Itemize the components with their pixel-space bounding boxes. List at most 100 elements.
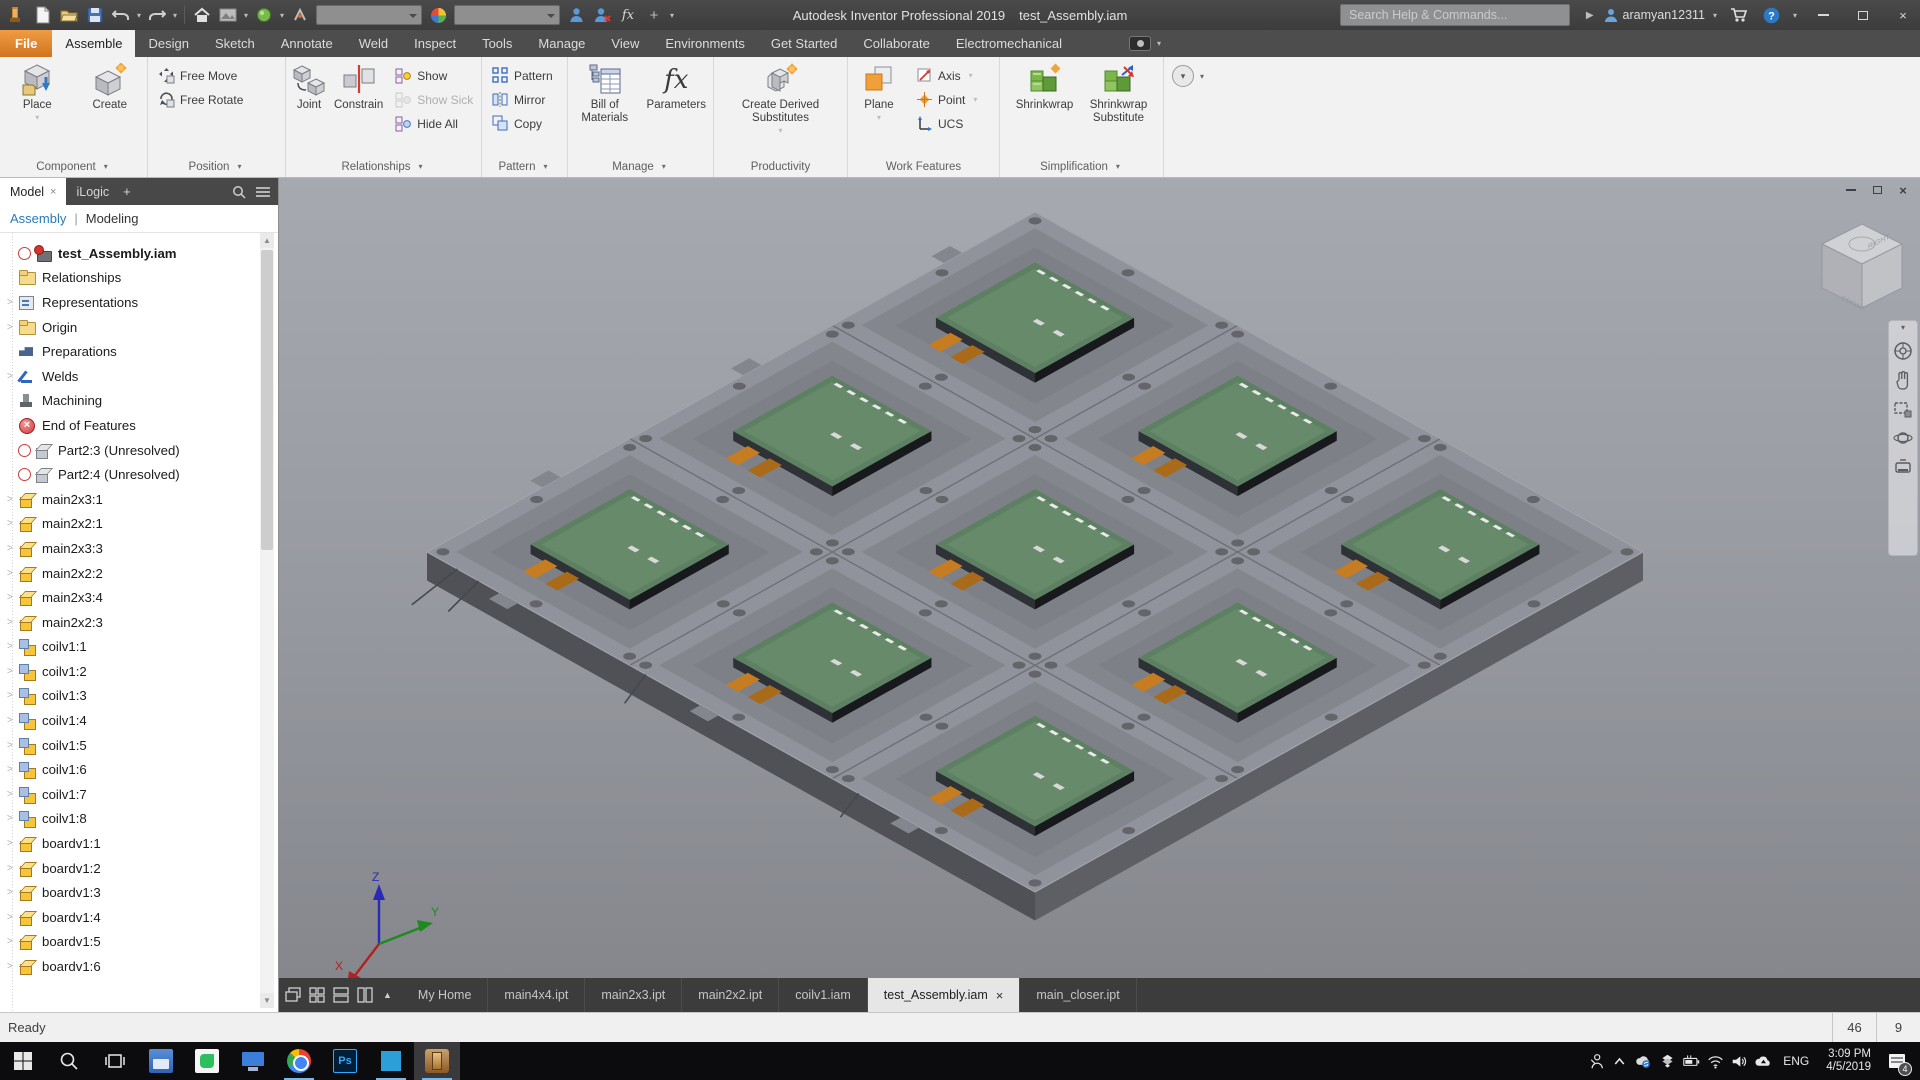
- view-cube[interactable]: FRONT RIGHT: [1822, 224, 1902, 314]
- tree-item[interactable]: coilv1:7: [0, 782, 278, 807]
- tree-item[interactable]: coilv1:8: [0, 807, 278, 832]
- calendar-app-button[interactable]: [138, 1042, 184, 1080]
- undo-button[interactable]: [108, 3, 134, 27]
- undo-caret-icon[interactable]: ▾: [134, 11, 144, 20]
- material-button[interactable]: [251, 3, 277, 27]
- create-derived-substitutes-button[interactable]: Create Derived Substitutes ▾: [727, 61, 835, 135]
- customize-add-button[interactable]: +: [641, 3, 667, 27]
- expand-chevron-icon[interactable]: [7, 887, 18, 898]
- cascade-windows-icon[interactable]: [285, 987, 301, 1003]
- task-view-button[interactable]: [92, 1042, 138, 1080]
- ribbon-tab[interactable]: Electromechanical: [943, 30, 1075, 57]
- my-computer-button[interactable]: [230, 1042, 276, 1080]
- panel-label-manage[interactable]: Manage▾: [568, 156, 713, 177]
- action-center-button[interactable]: 4: [1884, 1048, 1910, 1074]
- expand-chevron-icon[interactable]: [7, 936, 18, 947]
- document-tab-close-icon[interactable]: ×: [996, 988, 1004, 1003]
- tree-item[interactable]: test_Assembly.iam: [0, 241, 278, 266]
- navigation-wheel-icon[interactable]: [1893, 341, 1913, 361]
- tree-item[interactable]: Machining: [0, 389, 278, 414]
- panel-label-work-features[interactable]: Work Features: [848, 156, 999, 177]
- evernote-button[interactable]: [184, 1042, 230, 1080]
- tree-item[interactable]: boardv1:5: [0, 930, 278, 955]
- doc-close-icon[interactable]: ×: [1896, 183, 1910, 197]
- search-expand-arrow-icon[interactable]: ▶: [1586, 10, 1594, 21]
- expand-chevron-icon[interactable]: [7, 715, 18, 726]
- panel-label-position[interactable]: Position▾: [148, 156, 285, 177]
- redo-button[interactable]: [144, 3, 170, 27]
- point-button[interactable]: Point ▾: [912, 89, 984, 110]
- document-tab[interactable]: test_Assembly.iam ×: [868, 978, 1021, 1012]
- plane-button[interactable]: Plane ▾: [854, 61, 904, 122]
- free-move-button[interactable]: Free Move: [154, 65, 247, 86]
- appearance-select[interactable]: [454, 5, 560, 25]
- pan-icon[interactable]: [1893, 370, 1913, 390]
- tile-grid-icon[interactable]: [309, 987, 325, 1003]
- browser-search-icon[interactable]: [232, 185, 246, 199]
- taskbar-search-button[interactable]: [46, 1042, 92, 1080]
- ribbon-tab[interactable]: Collaborate: [850, 30, 943, 57]
- assembly-3d-view[interactable]: FRONT RIGHT Z Y X: [279, 178, 1920, 978]
- tree-item[interactable]: coilv1:1: [0, 635, 278, 660]
- ribbon-tab[interactable]: Inspect: [401, 30, 469, 57]
- expand-chevron-icon[interactable]: [7, 494, 18, 505]
- tree-item[interactable]: Part2:4 (Unresolved): [0, 462, 278, 487]
- camera-caret-icon[interactable]: ▾: [1154, 39, 1164, 48]
- shrinkwrap-substitute-button[interactable]: Shrinkwrap Substitute: [1086, 61, 1152, 125]
- document-tab[interactable]: main2x3.ipt: [585, 978, 682, 1012]
- graphics-viewport[interactable]: FRONT RIGHT Z Y X: [279, 178, 1920, 978]
- volume-icon[interactable]: [1731, 1053, 1748, 1070]
- axis-button[interactable]: Axis ▾: [912, 65, 984, 86]
- collapse-tabs-icon[interactable]: ▲: [383, 990, 392, 1000]
- expand-chevron-icon[interactable]: [7, 666, 18, 677]
- appearance-wheel-icon[interactable]: [425, 3, 451, 27]
- tree-item[interactable]: End of Features: [0, 413, 278, 438]
- navigation-bar[interactable]: ▾: [1888, 320, 1918, 556]
- language-indicator[interactable]: ENG: [1779, 1054, 1813, 1068]
- save-button[interactable]: [82, 3, 108, 27]
- ribbon-tab[interactable]: Environments: [652, 30, 757, 57]
- tree-item[interactable]: main2x2:3: [0, 610, 278, 635]
- browser-tab-ilogic[interactable]: iLogic: [66, 178, 119, 205]
- orbit-icon[interactable]: [1893, 428, 1913, 448]
- tile-vertical-icon[interactable]: [357, 987, 373, 1003]
- vscode-button[interactable]: [368, 1042, 414, 1080]
- ribbon-tab[interactable]: Design: [135, 30, 201, 57]
- create-button[interactable]: Create: [79, 61, 142, 112]
- ribbon-tab[interactable]: Weld: [346, 30, 401, 57]
- browser-menu-icon[interactable]: [256, 186, 270, 198]
- new-file-button[interactable]: [30, 3, 56, 27]
- restore-button[interactable]: [1846, 1, 1880, 29]
- expand-chevron-icon[interactable]: [7, 617, 18, 628]
- tree-item[interactable]: main2x3:4: [0, 585, 278, 610]
- document-tab[interactable]: My Home: [402, 978, 488, 1012]
- constrain-button[interactable]: Constrain: [334, 61, 383, 112]
- open-button[interactable]: [56, 3, 82, 27]
- tree-item[interactable]: Relationships: [0, 266, 278, 291]
- expand-chevron-icon[interactable]: [7, 641, 18, 652]
- ribbon-tab[interactable]: Annotate: [268, 30, 346, 57]
- redo-caret-icon[interactable]: ▾: [170, 11, 180, 20]
- render-caret-icon[interactable]: ▾: [241, 11, 251, 20]
- ribbon-tab[interactable]: File: [0, 30, 52, 57]
- material-caret-icon[interactable]: ▾: [277, 11, 287, 20]
- taskbar-clock[interactable]: 3:09 PM 4/5/2019: [1820, 1048, 1877, 1074]
- minimize-button[interactable]: [1806, 1, 1840, 29]
- inventor-logo-icon[interactable]: [0, 6, 30, 24]
- close-button[interactable]: ×: [1886, 1, 1920, 29]
- free-rotate-button[interactable]: Free Rotate: [154, 89, 247, 110]
- tree-item[interactable]: coilv1:5: [0, 733, 278, 758]
- document-tab[interactable]: coilv1.iam: [779, 978, 868, 1012]
- render-button[interactable]: [215, 3, 241, 27]
- photoshop-button[interactable]: Ps: [322, 1042, 368, 1080]
- shrinkwrap-button[interactable]: Shrinkwrap: [1012, 61, 1078, 112]
- panel-label-productivity[interactable]: Productivity: [714, 156, 847, 177]
- tree-item[interactable]: boardv1:6: [0, 954, 278, 979]
- pattern-button[interactable]: Pattern: [488, 65, 557, 86]
- ribbon-tab[interactable]: Manage: [525, 30, 598, 57]
- joint-button[interactable]: Joint: [292, 61, 326, 112]
- scrollbar-thumb[interactable]: [261, 250, 273, 550]
- copy-button[interactable]: Copy: [488, 113, 557, 134]
- model-tab-close-icon[interactable]: ×: [50, 186, 56, 198]
- panel-label-pattern[interactable]: Pattern▾: [482, 156, 567, 177]
